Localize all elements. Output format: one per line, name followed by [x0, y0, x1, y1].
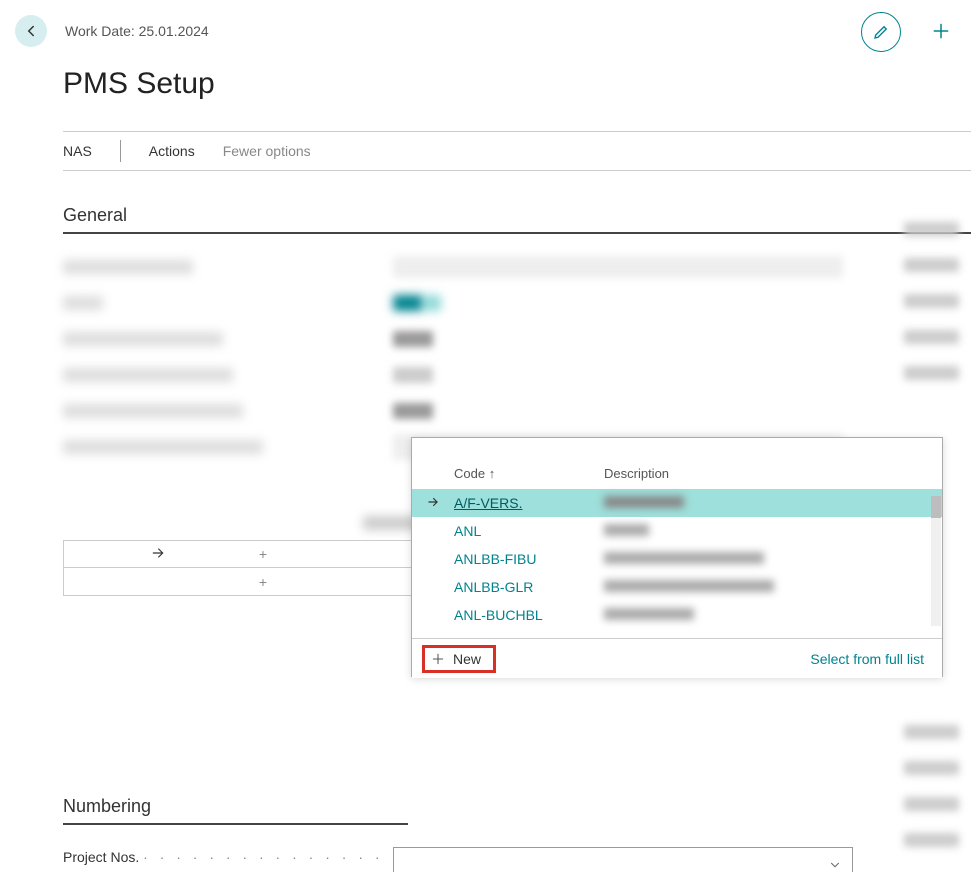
lookup-body: Code ↑ Description A/F-VERS. ANL ANLBB-F…: [412, 438, 942, 638]
lookup-header-row: Code ↑ Description: [412, 466, 942, 481]
lookup-desc-cell: [604, 495, 942, 511]
lookup-scrollbar[interactable]: [931, 496, 941, 626]
blurred-field-row: [63, 286, 971, 322]
project-nos-row: Project Nos. · · · · · · · · · · · · · ·…: [63, 847, 971, 872]
general-fields: [63, 250, 971, 466]
plus-icon: +: [253, 574, 422, 590]
tab-nas[interactable]: NAS: [63, 143, 92, 159]
section-rule-general: [63, 232, 971, 234]
tab-fewer-options[interactable]: Fewer options: [223, 143, 311, 159]
top-actions: [861, 12, 951, 52]
lookup-code-cell: ANL-BUCHBL: [454, 607, 604, 623]
lookup-code-cell: A/F-VERS.: [454, 495, 604, 511]
lookup-row[interactable]: ANL: [412, 517, 942, 545]
lookup-header-code[interactable]: Code ↑: [454, 466, 604, 481]
lookup-desc-cell: [604, 579, 942, 595]
page-title: PMS Setup: [63, 67, 971, 101]
tab-separator: [120, 140, 121, 162]
blurred-field-row: [63, 358, 971, 394]
mini-table: + +: [63, 516, 423, 596]
project-nos-field[interactable]: [393, 847, 853, 872]
tab-actions[interactable]: Actions: [149, 143, 195, 159]
lookup-row-selected[interactable]: A/F-VERS.: [412, 489, 942, 517]
new-record-button[interactable]: [931, 21, 951, 44]
action-bar: NAS Actions Fewer options: [63, 131, 971, 171]
section-rule-numbering: [63, 823, 408, 825]
blurred-field-row: [63, 394, 971, 430]
lookup-dropdown-panel: Code ↑ Description A/F-VERS. ANL ANLBB-F…: [411, 437, 943, 677]
new-button-label: New: [453, 651, 481, 667]
back-button[interactable]: [15, 15, 47, 47]
lookup-row[interactable]: ANLBB-GLR: [412, 573, 942, 601]
section-title-numbering: Numbering: [63, 796, 971, 817]
plus-icon: +: [253, 546, 422, 562]
arrow-right-icon: [426, 495, 454, 512]
blurred-field-row: [63, 250, 971, 286]
arrow-right-icon: [64, 545, 253, 564]
top-bar: Work Date: 25.01.2024: [15, 15, 971, 47]
page-root: Work Date: 25.01.2024 PMS Setup NAS Acti…: [0, 0, 971, 872]
new-button[interactable]: New: [422, 645, 496, 673]
chevron-down-icon: [828, 858, 842, 872]
mini-table-row[interactable]: +: [63, 540, 423, 568]
plus-icon: [931, 21, 951, 41]
select-from-full-list-link[interactable]: Select from full list: [810, 651, 924, 667]
lookup-code-cell: ANLBB-FIBU: [454, 551, 604, 567]
lookup-desc-cell: [604, 607, 942, 623]
mini-table-row[interactable]: +: [63, 568, 423, 596]
pencil-icon: [872, 23, 890, 41]
lookup-code-cell: ANL: [454, 523, 604, 539]
lookup-code-cell: ANLBB-GLR: [454, 579, 604, 595]
work-date-label: Work Date: 25.01.2024: [65, 23, 209, 39]
lookup-row[interactable]: ANLBB-FIBU: [412, 545, 942, 573]
lookup-header-description[interactable]: Description: [604, 466, 942, 481]
scrollbar-thumb[interactable]: [931, 496, 941, 518]
edit-button[interactable]: [861, 12, 901, 52]
project-nos-label: Project Nos. · · · · · · · · · · · · · ·…: [63, 849, 393, 872]
arrow-left-icon: [22, 22, 40, 40]
lookup-desc-cell: [604, 551, 942, 567]
lookup-row[interactable]: ANL-BUCHBL: [412, 601, 942, 629]
lookup-desc-cell: [604, 523, 942, 539]
blurred-field-row: [63, 322, 971, 358]
plus-icon: [431, 652, 445, 666]
lookup-footer: New Select from full list: [412, 638, 942, 678]
section-title-general: General: [63, 205, 971, 226]
